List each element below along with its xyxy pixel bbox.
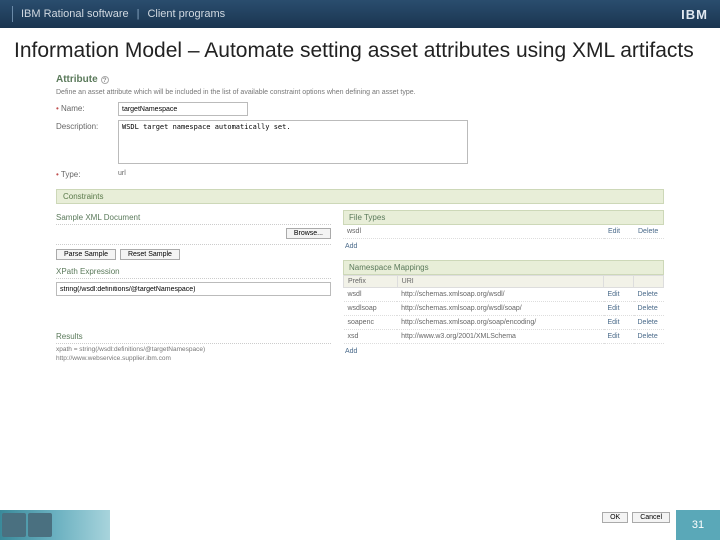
namespaces-table: Prefix URI wsdlhttp://schemas.xmlsoap.or… (343, 275, 664, 344)
table-row: soapenchttp://schemas.xmlsoap.org/soap/e… (344, 316, 664, 330)
avatar (28, 513, 52, 537)
ok-button[interactable]: OK (602, 512, 628, 523)
filetypes-heading: File Types (343, 210, 664, 225)
page-number: 31 (676, 510, 720, 540)
table-row: wsdl Edit Delete (343, 225, 664, 239)
table-row: wsdlhttp://schemas.xmlsoap.org/wsdl/Edit… (344, 288, 664, 302)
description-label: Description: (56, 120, 118, 131)
table-row: xsdhttp://www.w3.org/2001/XMLSchemaEditD… (344, 330, 664, 344)
ibm-logo: IBM (681, 7, 708, 22)
xpath-input[interactable] (56, 282, 331, 296)
slide-header: IBM Rational software | Client programs … (0, 0, 720, 28)
namespaces-add[interactable]: Add (343, 344, 359, 359)
help-icon[interactable]: ? (101, 76, 109, 84)
type-label: Type: (56, 168, 118, 179)
header-brand: IBM Rational software (21, 8, 129, 20)
namespaces-heading: Namespace Mappings (343, 260, 664, 275)
parse-sample-button[interactable]: Parse Sample (56, 249, 116, 260)
reset-sample-button[interactable]: Reset Sample (120, 249, 180, 260)
header-section: Client programs (147, 8, 225, 20)
cancel-button[interactable]: Cancel (632, 512, 670, 523)
filetypes-table: wsdl Edit Delete (343, 225, 664, 239)
name-label: Name: (56, 102, 118, 113)
delete-link[interactable]: Delete (634, 225, 664, 239)
sample-xml-heading: Sample XML Document (56, 210, 331, 225)
browse-button[interactable]: Browse... (286, 228, 331, 239)
attribute-description: Define an asset attribute which will be … (56, 89, 664, 96)
avatar (2, 513, 26, 537)
filetypes-add[interactable]: Add (343, 239, 359, 254)
slide-footer: OK Cancel 31 (0, 510, 720, 540)
type-value: url (118, 168, 126, 177)
edit-link[interactable]: Edit (604, 225, 634, 239)
results-output: xpath = string(/wsdl:definitions/@target… (56, 344, 331, 365)
col-uri: URI (397, 276, 603, 288)
constraints-heading: Constraints (56, 189, 664, 204)
table-row: wsdlsoaphttp://schemas.xmlsoap.org/wsdl/… (344, 302, 664, 316)
results-heading: Results (56, 329, 331, 344)
attribute-heading: Attribute? (56, 72, 664, 87)
slide-title: Information Model – Automate setting ass… (0, 28, 720, 72)
description-input[interactable]: WSDL target namespace automatically set. (118, 120, 468, 164)
xpath-heading: XPath Expression (56, 264, 331, 279)
col-prefix: Prefix (344, 276, 398, 288)
name-input[interactable] (118, 102, 248, 116)
footer-thumbnails (0, 510, 110, 540)
